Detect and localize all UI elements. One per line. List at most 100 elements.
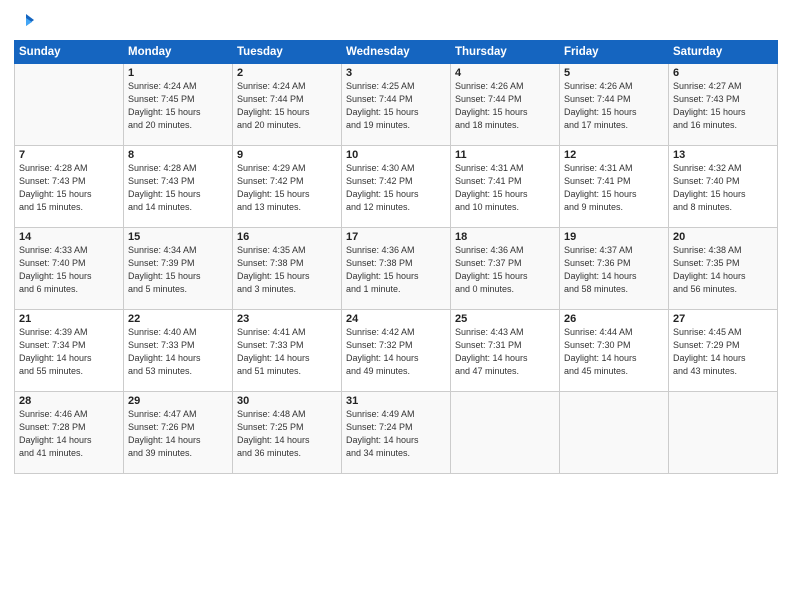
day-info: Sunrise: 4:43 AM Sunset: 7:31 PM Dayligh… <box>455 326 555 378</box>
day-number: 13 <box>673 149 773 161</box>
day-number: 30 <box>237 395 337 407</box>
calendar-cell: 15Sunrise: 4:34 AM Sunset: 7:39 PM Dayli… <box>124 228 233 310</box>
calendar-cell: 24Sunrise: 4:42 AM Sunset: 7:32 PM Dayli… <box>342 310 451 392</box>
header-saturday: Saturday <box>669 41 778 64</box>
calendar-cell: 5Sunrise: 4:26 AM Sunset: 7:44 PM Daylig… <box>560 64 669 146</box>
day-number: 2 <box>237 67 337 79</box>
day-info: Sunrise: 4:46 AM Sunset: 7:28 PM Dayligh… <box>19 408 119 460</box>
day-number: 23 <box>237 313 337 325</box>
calendar-cell: 1Sunrise: 4:24 AM Sunset: 7:45 PM Daylig… <box>124 64 233 146</box>
day-number: 1 <box>128 67 228 79</box>
calendar-cell: 13Sunrise: 4:32 AM Sunset: 7:40 PM Dayli… <box>669 146 778 228</box>
day-info: Sunrise: 4:24 AM Sunset: 7:45 PM Dayligh… <box>128 80 228 132</box>
calendar-cell: 7Sunrise: 4:28 AM Sunset: 7:43 PM Daylig… <box>15 146 124 228</box>
calendar-cell: 29Sunrise: 4:47 AM Sunset: 7:26 PM Dayli… <box>124 392 233 474</box>
calendar-week-row: 28Sunrise: 4:46 AM Sunset: 7:28 PM Dayli… <box>15 392 778 474</box>
day-number: 21 <box>19 313 119 325</box>
day-info: Sunrise: 4:49 AM Sunset: 7:24 PM Dayligh… <box>346 408 446 460</box>
header-sunday: Sunday <box>15 41 124 64</box>
header-thursday: Thursday <box>451 41 560 64</box>
day-number: 4 <box>455 67 555 79</box>
calendar-cell: 6Sunrise: 4:27 AM Sunset: 7:43 PM Daylig… <box>669 64 778 146</box>
calendar-cell: 10Sunrise: 4:30 AM Sunset: 7:42 PM Dayli… <box>342 146 451 228</box>
day-number: 10 <box>346 149 446 161</box>
day-number: 16 <box>237 231 337 243</box>
header-monday: Monday <box>124 41 233 64</box>
day-info: Sunrise: 4:30 AM Sunset: 7:42 PM Dayligh… <box>346 162 446 214</box>
header-tuesday: Tuesday <box>233 41 342 64</box>
calendar-week-row: 21Sunrise: 4:39 AM Sunset: 7:34 PM Dayli… <box>15 310 778 392</box>
calendar-cell: 22Sunrise: 4:40 AM Sunset: 7:33 PM Dayli… <box>124 310 233 392</box>
day-info: Sunrise: 4:26 AM Sunset: 7:44 PM Dayligh… <box>455 80 555 132</box>
day-info: Sunrise: 4:33 AM Sunset: 7:40 PM Dayligh… <box>19 244 119 296</box>
calendar-week-row: 1Sunrise: 4:24 AM Sunset: 7:45 PM Daylig… <box>15 64 778 146</box>
day-info: Sunrise: 4:39 AM Sunset: 7:34 PM Dayligh… <box>19 326 119 378</box>
day-info: Sunrise: 4:45 AM Sunset: 7:29 PM Dayligh… <box>673 326 773 378</box>
calendar-cell <box>560 392 669 474</box>
day-number: 24 <box>346 313 446 325</box>
day-number: 20 <box>673 231 773 243</box>
calendar-cell <box>669 392 778 474</box>
calendar-cell: 26Sunrise: 4:44 AM Sunset: 7:30 PM Dayli… <box>560 310 669 392</box>
calendar-cell: 12Sunrise: 4:31 AM Sunset: 7:41 PM Dayli… <box>560 146 669 228</box>
day-info: Sunrise: 4:36 AM Sunset: 7:37 PM Dayligh… <box>455 244 555 296</box>
day-info: Sunrise: 4:27 AM Sunset: 7:43 PM Dayligh… <box>673 80 773 132</box>
page-container: SundayMondayTuesdayWednesdayThursdayFrid… <box>0 0 792 612</box>
calendar-cell: 8Sunrise: 4:28 AM Sunset: 7:43 PM Daylig… <box>124 146 233 228</box>
day-info: Sunrise: 4:38 AM Sunset: 7:35 PM Dayligh… <box>673 244 773 296</box>
day-info: Sunrise: 4:29 AM Sunset: 7:42 PM Dayligh… <box>237 162 337 214</box>
day-info: Sunrise: 4:32 AM Sunset: 7:40 PM Dayligh… <box>673 162 773 214</box>
calendar-cell: 17Sunrise: 4:36 AM Sunset: 7:38 PM Dayli… <box>342 228 451 310</box>
day-info: Sunrise: 4:36 AM Sunset: 7:38 PM Dayligh… <box>346 244 446 296</box>
day-number: 3 <box>346 67 446 79</box>
day-info: Sunrise: 4:40 AM Sunset: 7:33 PM Dayligh… <box>128 326 228 378</box>
day-number: 12 <box>564 149 664 161</box>
calendar-cell: 16Sunrise: 4:35 AM Sunset: 7:38 PM Dayli… <box>233 228 342 310</box>
calendar-cell: 3Sunrise: 4:25 AM Sunset: 7:44 PM Daylig… <box>342 64 451 146</box>
calendar-cell: 9Sunrise: 4:29 AM Sunset: 7:42 PM Daylig… <box>233 146 342 228</box>
calendar-cell: 25Sunrise: 4:43 AM Sunset: 7:31 PM Dayli… <box>451 310 560 392</box>
calendar-cell: 11Sunrise: 4:31 AM Sunset: 7:41 PM Dayli… <box>451 146 560 228</box>
day-number: 22 <box>128 313 228 325</box>
calendar-cell <box>15 64 124 146</box>
day-info: Sunrise: 4:37 AM Sunset: 7:36 PM Dayligh… <box>564 244 664 296</box>
day-number: 31 <box>346 395 446 407</box>
calendar-week-row: 14Sunrise: 4:33 AM Sunset: 7:40 PM Dayli… <box>15 228 778 310</box>
calendar-cell: 14Sunrise: 4:33 AM Sunset: 7:40 PM Dayli… <box>15 228 124 310</box>
day-info: Sunrise: 4:34 AM Sunset: 7:39 PM Dayligh… <box>128 244 228 296</box>
day-number: 8 <box>128 149 228 161</box>
day-number: 15 <box>128 231 228 243</box>
day-number: 27 <box>673 313 773 325</box>
day-number: 28 <box>19 395 119 407</box>
day-info: Sunrise: 4:35 AM Sunset: 7:38 PM Dayligh… <box>237 244 337 296</box>
day-number: 26 <box>564 313 664 325</box>
day-info: Sunrise: 4:47 AM Sunset: 7:26 PM Dayligh… <box>128 408 228 460</box>
day-info: Sunrise: 4:25 AM Sunset: 7:44 PM Dayligh… <box>346 80 446 132</box>
day-number: 11 <box>455 149 555 161</box>
calendar-cell: 21Sunrise: 4:39 AM Sunset: 7:34 PM Dayli… <box>15 310 124 392</box>
calendar-cell: 4Sunrise: 4:26 AM Sunset: 7:44 PM Daylig… <box>451 64 560 146</box>
day-info: Sunrise: 4:31 AM Sunset: 7:41 PM Dayligh… <box>564 162 664 214</box>
calendar-week-row: 7Sunrise: 4:28 AM Sunset: 7:43 PM Daylig… <box>15 146 778 228</box>
day-info: Sunrise: 4:28 AM Sunset: 7:43 PM Dayligh… <box>19 162 119 214</box>
day-info: Sunrise: 4:41 AM Sunset: 7:33 PM Dayligh… <box>237 326 337 378</box>
day-number: 6 <box>673 67 773 79</box>
day-info: Sunrise: 4:48 AM Sunset: 7:25 PM Dayligh… <box>237 408 337 460</box>
day-info: Sunrise: 4:31 AM Sunset: 7:41 PM Dayligh… <box>455 162 555 214</box>
day-number: 19 <box>564 231 664 243</box>
day-info: Sunrise: 4:42 AM Sunset: 7:32 PM Dayligh… <box>346 326 446 378</box>
calendar-cell: 23Sunrise: 4:41 AM Sunset: 7:33 PM Dayli… <box>233 310 342 392</box>
day-info: Sunrise: 4:26 AM Sunset: 7:44 PM Dayligh… <box>564 80 664 132</box>
calendar-table: SundayMondayTuesdayWednesdayThursdayFrid… <box>14 40 778 474</box>
calendar-cell: 31Sunrise: 4:49 AM Sunset: 7:24 PM Dayli… <box>342 392 451 474</box>
day-number: 25 <box>455 313 555 325</box>
calendar-header-row: SundayMondayTuesdayWednesdayThursdayFrid… <box>15 41 778 64</box>
header-wednesday: Wednesday <box>342 41 451 64</box>
calendar-cell: 30Sunrise: 4:48 AM Sunset: 7:25 PM Dayli… <box>233 392 342 474</box>
header-friday: Friday <box>560 41 669 64</box>
day-info: Sunrise: 4:28 AM Sunset: 7:43 PM Dayligh… <box>128 162 228 214</box>
calendar-cell <box>451 392 560 474</box>
calendar-cell: 27Sunrise: 4:45 AM Sunset: 7:29 PM Dayli… <box>669 310 778 392</box>
day-number: 29 <box>128 395 228 407</box>
calendar-cell: 2Sunrise: 4:24 AM Sunset: 7:44 PM Daylig… <box>233 64 342 146</box>
